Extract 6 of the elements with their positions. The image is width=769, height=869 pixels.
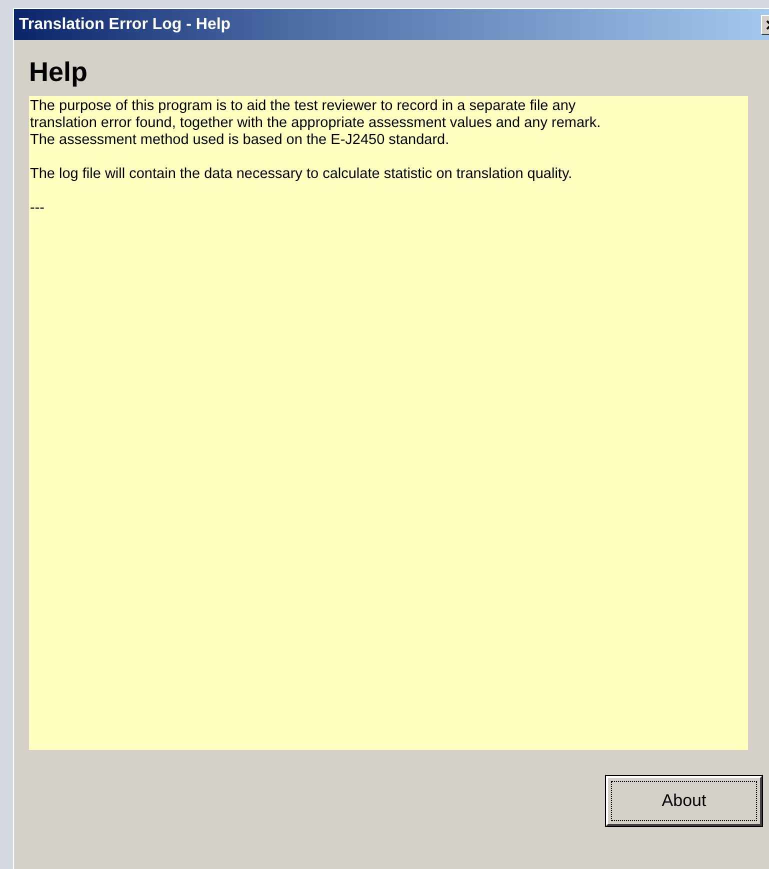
about-button[interactable]: About — [606, 776, 762, 826]
help-paragraph: --- — [30, 200, 44, 217]
help-paragraph: The purpose of this program is to aid the test reviewer to record in a separate file any translation error found, together with the appropriate assessment values and any remark. The assessment method used is based on the E-J2450 standard. — [30, 98, 601, 149]
help-paragraph: The log file will contain the data necessary to calculate statistic on translation quality. — [30, 166, 572, 183]
help-heading: Help — [29, 56, 88, 88]
window-title: Translation Error Log - Help — [19, 14, 231, 34]
